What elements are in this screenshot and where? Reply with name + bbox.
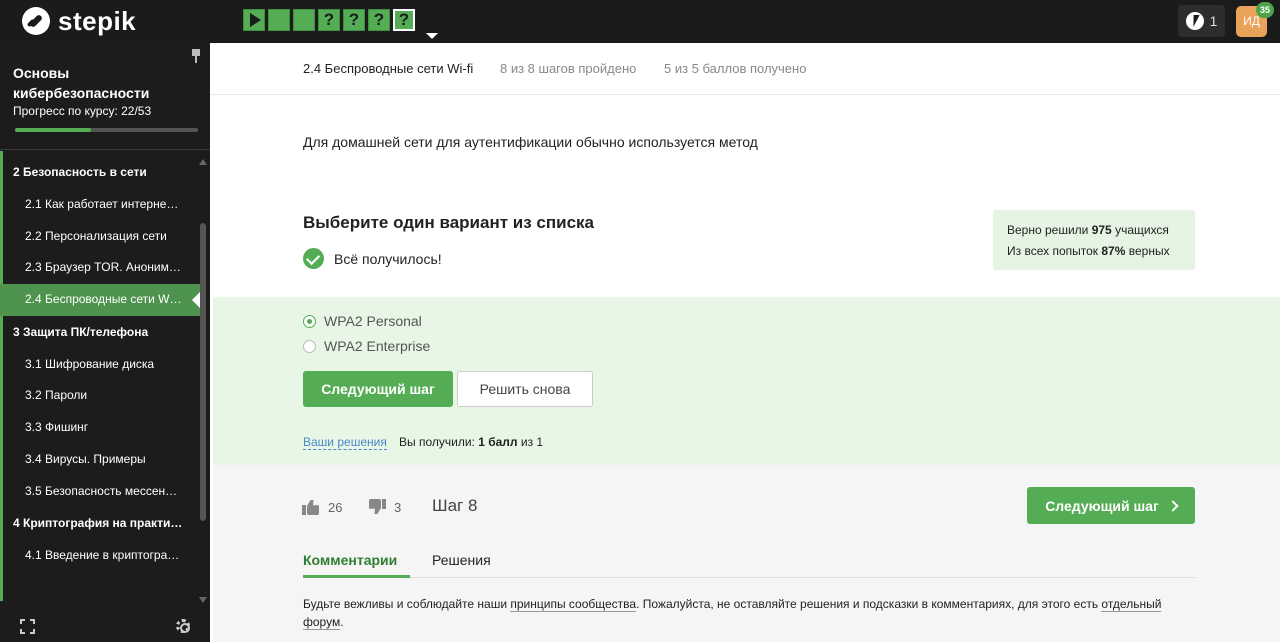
energy-count: 1	[1209, 13, 1218, 29]
check-circle-icon	[303, 248, 324, 269]
discussion-tabs: Комментарии Решения	[303, 546, 1196, 578]
points-received: 5 из 5 баллов получено	[664, 61, 807, 76]
sidebar-lesson-3-1[interactable]: 3.1 Шифрование диска	[0, 349, 200, 381]
sidebar-lesson-2-2[interactable]: 2.2 Персонализация сети	[0, 221, 200, 253]
step-number: Шаг 8	[432, 496, 478, 515]
sidebar-lesson-2-3[interactable]: 2.3 Браузер TOR. Аноним…	[0, 252, 200, 284]
next-step-bottom-button[interactable]: Следующий шаг	[1027, 487, 1195, 524]
current-step-pointer	[426, 33, 438, 39]
lightning-icon	[1185, 12, 1204, 30]
option-wpa2-personal[interactable]: WPA2 Personal	[303, 313, 422, 329]
next-step-label: Следующий шаг	[1045, 497, 1159, 514]
step-4[interactable]: ?	[318, 9, 340, 31]
chevron-right-icon	[1167, 499, 1179, 512]
sidebar-lesson-2-4-active[interactable]: 2.4 Беспроводные сети W…	[0, 284, 200, 316]
tab-comments[interactable]: Комментарии	[303, 552, 397, 568]
sidebar-lesson-3-4[interactable]: 3.4 Вирусы. Примеры	[0, 444, 200, 476]
scroll-up-arrow[interactable]	[199, 159, 207, 165]
sidebar-module-4[interactable]: 4 Криптография на практи…	[0, 507, 200, 540]
steps-passed: 8 из 8 шагов пройдено	[500, 61, 637, 76]
course-progress-bar	[15, 128, 198, 132]
step-5[interactable]: ?	[343, 9, 365, 31]
step-footer: 26 3 Шаг 8 Следующий шаг Комментарии Реш…	[213, 465, 1280, 642]
course-progress-label: Прогресс по курсу: 22/53	[13, 104, 152, 118]
active-tab-indicator	[303, 575, 410, 578]
answer-area: WPA2 Personal WPA2 Enterprise Следующий …	[213, 297, 1280, 465]
community-rules-link[interactable]: принципы сообщества	[510, 597, 637, 612]
step-2[interactable]	[268, 9, 290, 31]
community-notice: Будьте вежливы и соблюдайте наши принцип…	[303, 597, 1162, 630]
next-step-button[interactable]: Следующий шаг	[303, 371, 453, 407]
sidebar-module-3[interactable]: 3 Защита ПК/телефона	[0, 316, 200, 349]
like-count: 26	[328, 499, 343, 515]
thumbs-up-icon	[302, 499, 320, 515]
gear-icon[interactable]	[176, 619, 190, 633]
sidebar-lesson-list: 2 Безопасность в сети 2.1 Как работает и…	[0, 156, 200, 572]
top-bar: stepik ? ? ? ? 1 ИД 35	[0, 0, 1280, 43]
notification-badge: 35	[1256, 2, 1274, 18]
step-1[interactable]	[243, 9, 265, 31]
success-text: Всё получилось!	[334, 250, 442, 267]
lesson-header: 2.4 Беспроводные сети Wi-fi 8 из 8 шагов…	[210, 43, 1280, 95]
course-sidebar: Основы кибербезопасности Прогресс по кур…	[0, 43, 210, 642]
course-title[interactable]: Основы кибербезопасности	[13, 63, 193, 103]
sidebar-divider	[0, 149, 210, 150]
step-6[interactable]: ?	[368, 9, 390, 31]
dislike-count: 3	[394, 499, 402, 515]
play-icon	[249, 13, 261, 27]
radio-button[interactable]	[303, 339, 316, 353]
question-text: Для домашней сети для аутентификации обы…	[303, 134, 758, 150]
success-message: Всё получилось!	[303, 248, 442, 269]
stats-solved-line: Верно решили 975 учащихся	[1007, 223, 1169, 237]
fullscreen-icon[interactable]	[20, 619, 35, 634]
scroll-down-arrow[interactable]	[199, 597, 207, 603]
stats-attempts-line: Из всех попыток 87% верных	[1007, 244, 1170, 258]
main-content: 2.4 Беспроводные сети Wi-fi 8 из 8 шагов…	[210, 43, 1280, 642]
pin-icon[interactable]	[191, 49, 201, 63]
sidebar-lesson-2-1[interactable]: 2.1 Как работает интерне…	[0, 189, 200, 221]
solve-stats: Верно решили 975 учащихся Из всех попыто…	[993, 210, 1195, 270]
sidebar-footer	[0, 609, 210, 642]
sidebar-module-2[interactable]: 2 Безопасность в сети	[0, 156, 200, 189]
step-navigation: ? ? ? ?	[243, 9, 415, 31]
points-earned: Вы получили: 1 балл из 1	[399, 435, 544, 449]
tab-solutions[interactable]: Решения	[432, 552, 491, 568]
quiz-title: Выберите один вариант из списка	[303, 213, 594, 232]
stepik-logo-icon	[22, 7, 50, 35]
step-3[interactable]	[293, 9, 315, 31]
energy-button[interactable]: 1	[1178, 5, 1225, 37]
like-button[interactable]: 26	[302, 499, 342, 515]
thumbs-down-icon	[368, 499, 386, 515]
radio-button-checked[interactable]	[303, 314, 316, 328]
stepik-logo[interactable]: stepik	[22, 6, 136, 36]
your-solutions-link[interactable]: Ваши решения	[303, 435, 387, 450]
sidebar-lesson-3-3[interactable]: 3.3 Фишинг	[0, 412, 200, 444]
sidebar-lesson-3-2[interactable]: 3.2 Пароли	[0, 380, 200, 412]
retry-button[interactable]: Решить снова	[457, 371, 593, 407]
step-7-current[interactable]: ?	[393, 9, 415, 31]
lesson-title: 2.4 Беспроводные сети Wi-fi	[303, 61, 474, 76]
sidebar-lesson-4-1[interactable]: 4.1 Введение в криптогра…	[0, 540, 200, 572]
sidebar-scrollbar[interactable]	[200, 223, 206, 521]
option-wpa2-enterprise[interactable]: WPA2 Enterprise	[303, 338, 430, 354]
course-progress-fill	[15, 128, 91, 132]
logo-text: stepik	[58, 5, 137, 36]
option-label: WPA2 Personal	[324, 313, 422, 329]
dislike-button[interactable]: 3	[368, 499, 401, 515]
sidebar-lesson-3-5[interactable]: 3.5 Безопасность мессен…	[0, 476, 200, 508]
option-label: WPA2 Enterprise	[324, 338, 431, 354]
